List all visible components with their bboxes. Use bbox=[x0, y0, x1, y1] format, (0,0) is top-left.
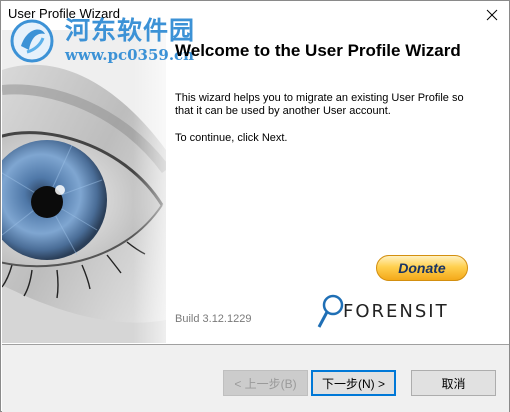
cancel-button-label: 取消 bbox=[441, 376, 466, 391]
build-version: Build 3.12.1229 bbox=[175, 313, 252, 325]
brand-name: FORENSIT bbox=[343, 301, 449, 322]
forensit-logo: FORENSIT bbox=[317, 293, 477, 333]
description-text: This wizard helps you to migrate an exis… bbox=[175, 92, 464, 117]
next-button[interactable]: 下一步(N) > bbox=[311, 370, 396, 396]
eye-image bbox=[2, 30, 166, 343]
watermark-logo-icon bbox=[10, 19, 54, 63]
wizard-window: User Profile Wizard 河东软件园 www.pc0359.cn … bbox=[0, 0, 510, 412]
back-button-label: < 上一步(B) bbox=[234, 376, 297, 391]
next-button-label: 下一步(N) > bbox=[321, 376, 385, 391]
cancel-button[interactable]: 取消 bbox=[411, 370, 496, 396]
magnifier-logo-icon bbox=[317, 294, 344, 328]
donate-label: Donate bbox=[398, 260, 446, 276]
back-button[interactable]: < 上一步(B) bbox=[223, 370, 308, 396]
donate-button[interactable]: Donate bbox=[376, 255, 468, 281]
close-icon bbox=[486, 9, 498, 20]
continue-instruction: To continue, click Next. bbox=[175, 132, 288, 144]
close-button[interactable] bbox=[475, 1, 509, 28]
page-title: Welcome to the User Profile Wizard bbox=[175, 41, 461, 60]
